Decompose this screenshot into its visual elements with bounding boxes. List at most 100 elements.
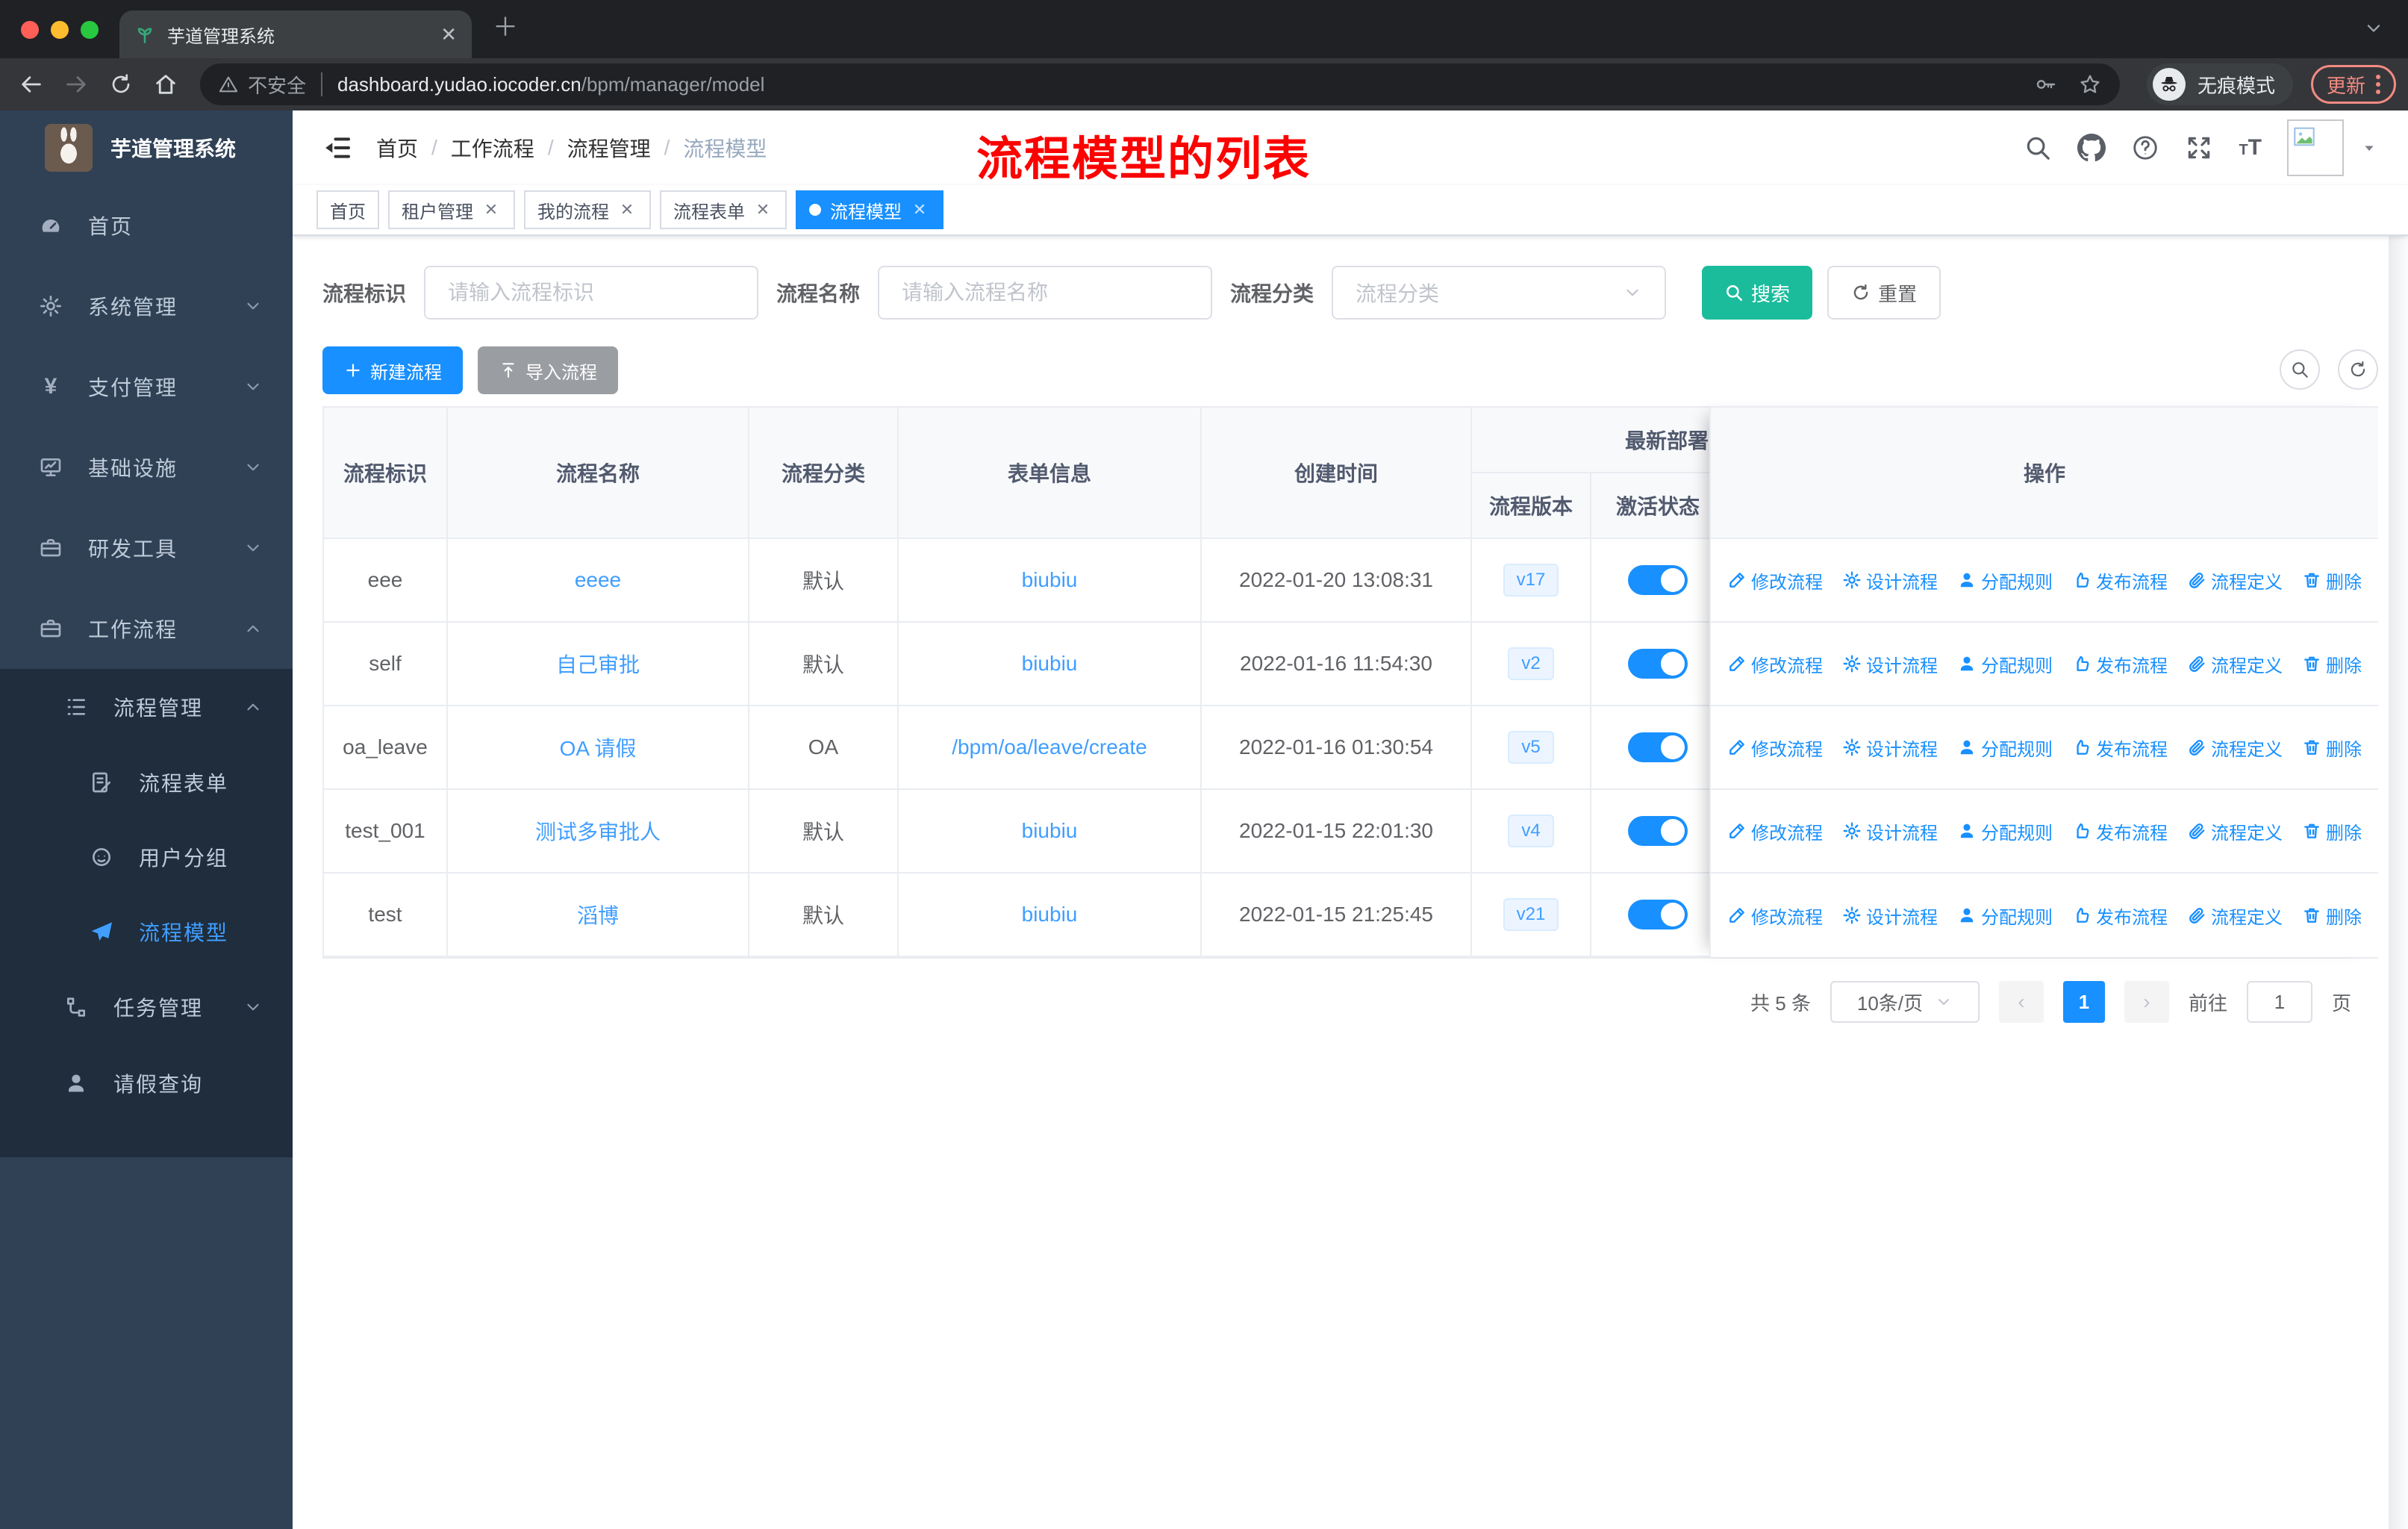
sidebar-item-任务管理[interactable]: 任务管理	[0, 969, 293, 1045]
search-button[interactable]: 搜索	[1702, 266, 1813, 320]
reset-button[interactable]: 重置	[1827, 266, 1941, 320]
current-page-button[interactable]: 1	[2062, 981, 2105, 1023]
active-toggle[interactable]	[1628, 565, 1688, 595]
process-category-select[interactable]: 流程分类	[1332, 266, 1667, 320]
sidebar-item-工作流程[interactable]: 工作流程	[0, 588, 293, 669]
sidebar-item-流程表单[interactable]: 流程表单	[0, 745, 293, 820]
sidebar-item-基础设施[interactable]: 基础设施	[0, 427, 293, 508]
version-tag[interactable]: v17	[1503, 564, 1559, 597]
form-info-link[interactable]: biubiu	[1022, 903, 1078, 926]
browser-update-button[interactable]: 更新	[2310, 65, 2396, 104]
version-tag[interactable]: v5	[1508, 731, 1554, 764]
goto-page-input[interactable]	[2246, 981, 2312, 1023]
tab-流程表单[interactable]: 流程表单 ✕	[660, 190, 787, 229]
发布流程-button[interactable]: 发布流程	[2072, 651, 2168, 677]
forward-button[interactable]	[57, 65, 96, 104]
tag-close-icon[interactable]: ✕	[752, 200, 773, 219]
sidebar-item-用户分组[interactable]: 用户分组	[0, 820, 293, 894]
修改流程-button[interactable]: 修改流程	[1727, 651, 1823, 677]
设计流程-button[interactable]: 设计流程	[1842, 567, 1938, 594]
设计流程-button[interactable]: 设计流程	[1842, 651, 1938, 677]
sidebar-logo[interactable]: 芋道管理系统	[0, 110, 293, 185]
sidebar-item-流程管理[interactable]: 流程管理	[0, 669, 293, 745]
process-name-link[interactable]: OA 请假	[560, 737, 637, 760]
分配规则-button[interactable]: 分配规则	[1957, 651, 2053, 677]
show-search-toggle-button[interactable]	[2280, 349, 2320, 390]
process-name-input[interactable]	[878, 266, 1213, 320]
refresh-table-button[interactable]	[2338, 349, 2378, 390]
new-tab-button[interactable]: ＋	[493, 15, 518, 40]
修改流程-button[interactable]: 修改流程	[1727, 818, 1823, 844]
设计流程-button[interactable]: 设计流程	[1842, 818, 1938, 844]
close-window-button[interactable]	[21, 21, 39, 39]
bookmark-star-icon[interactable]	[2078, 72, 2102, 96]
maximize-window-button[interactable]	[81, 21, 99, 39]
sidebar-collapse-icon[interactable]	[322, 133, 352, 163]
breadcrumb-item[interactable]: 工作流程	[451, 133, 534, 163]
fullscreen-icon[interactable]	[2185, 134, 2213, 162]
tab-search-chevron-icon[interactable]	[2363, 18, 2384, 39]
active-toggle[interactable]	[1628, 816, 1688, 846]
avatar-caret-down-icon[interactable]	[2360, 139, 2378, 157]
security-status[interactable]: 不安全	[218, 71, 306, 99]
process-name-link[interactable]: 滔博	[577, 904, 619, 927]
minimize-window-button[interactable]	[51, 21, 69, 39]
search-icon[interactable]	[2024, 134, 2052, 162]
version-tag[interactable]: v4	[1508, 815, 1554, 847]
修改流程-button[interactable]: 修改流程	[1727, 903, 1823, 929]
tag-close-icon[interactable]: ✕	[481, 200, 502, 219]
process-name-link[interactable]: 自己审批	[556, 653, 640, 676]
sidebar-item-请假查询[interactable]: 请假查询	[0, 1045, 293, 1121]
active-toggle[interactable]	[1628, 732, 1688, 762]
font-size-icon[interactable]: TT	[2239, 135, 2262, 161]
browser-tab[interactable]: 芋道管理系统 ✕	[119, 10, 472, 58]
form-info-link[interactable]: /bpm/oa/leave/create	[952, 735, 1147, 759]
home-button[interactable]	[146, 65, 185, 104]
删除-button[interactable]: 删除	[2302, 818, 2362, 844]
设计流程-button[interactable]: 设计流程	[1842, 903, 1938, 929]
流程定义-button[interactable]: 流程定义	[2187, 735, 2283, 761]
sidebar-item-首页[interactable]: 首页	[0, 185, 293, 266]
next-page-button[interactable]: ›	[2124, 981, 2169, 1023]
删除-button[interactable]: 删除	[2302, 735, 2362, 761]
删除-button[interactable]: 删除	[2302, 567, 2362, 594]
reload-button[interactable]	[102, 65, 140, 104]
发布流程-button[interactable]: 发布流程	[2072, 567, 2168, 594]
发布流程-button[interactable]: 发布流程	[2072, 735, 2168, 761]
process-name-link[interactable]: eeee	[575, 568, 621, 591]
流程定义-button[interactable]: 流程定义	[2187, 651, 2283, 677]
发布流程-button[interactable]: 发布流程	[2072, 818, 2168, 844]
tab-租户管理[interactable]: 租户管理 ✕	[388, 190, 515, 229]
password-key-icon[interactable]	[2033, 72, 2057, 96]
address-bar[interactable]: 不安全 dashboard.yudao.iocoder.cn/bpm/manag…	[200, 63, 2120, 105]
sidebar-item-研发工具[interactable]: 研发工具	[0, 508, 293, 588]
breadcrumb-item[interactable]: 流程管理	[567, 133, 651, 163]
page-size-select[interactable]: 10条/页	[1830, 981, 1980, 1023]
help-icon[interactable]	[2131, 134, 2159, 162]
删除-button[interactable]: 删除	[2302, 651, 2362, 677]
tab-close-icon[interactable]: ✕	[440, 23, 457, 46]
create-process-button[interactable]: 新建流程	[322, 346, 463, 394]
form-info-link[interactable]: biubiu	[1022, 568, 1078, 591]
form-info-link[interactable]: biubiu	[1022, 652, 1078, 675]
github-icon[interactable]	[2077, 134, 2106, 162]
active-toggle[interactable]	[1628, 900, 1688, 929]
修改流程-button[interactable]: 修改流程	[1727, 567, 1823, 594]
version-tag[interactable]: v2	[1508, 647, 1554, 680]
import-process-button[interactable]: 导入流程	[478, 346, 618, 394]
流程定义-button[interactable]: 流程定义	[2187, 567, 2283, 594]
form-info-link[interactable]: biubiu	[1022, 819, 1078, 842]
breadcrumb-item[interactable]: 首页	[376, 133, 418, 163]
sidebar-item-流程模型[interactable]: 流程模型	[0, 894, 293, 969]
user-avatar[interactable]	[2287, 119, 2344, 176]
流程定义-button[interactable]: 流程定义	[2187, 903, 2283, 929]
tab-流程模型[interactable]: 流程模型 ✕	[796, 190, 943, 229]
修改流程-button[interactable]: 修改流程	[1727, 735, 1823, 761]
流程定义-button[interactable]: 流程定义	[2187, 818, 2283, 844]
发布流程-button[interactable]: 发布流程	[2072, 903, 2168, 929]
分配规则-button[interactable]: 分配规则	[1957, 567, 2053, 594]
prev-page-button[interactable]: ‹	[1998, 981, 2044, 1023]
sidebar-item-支付管理[interactable]: ¥ 支付管理	[0, 346, 293, 427]
删除-button[interactable]: 删除	[2302, 903, 2362, 929]
tag-close-icon[interactable]: ✕	[617, 200, 637, 219]
